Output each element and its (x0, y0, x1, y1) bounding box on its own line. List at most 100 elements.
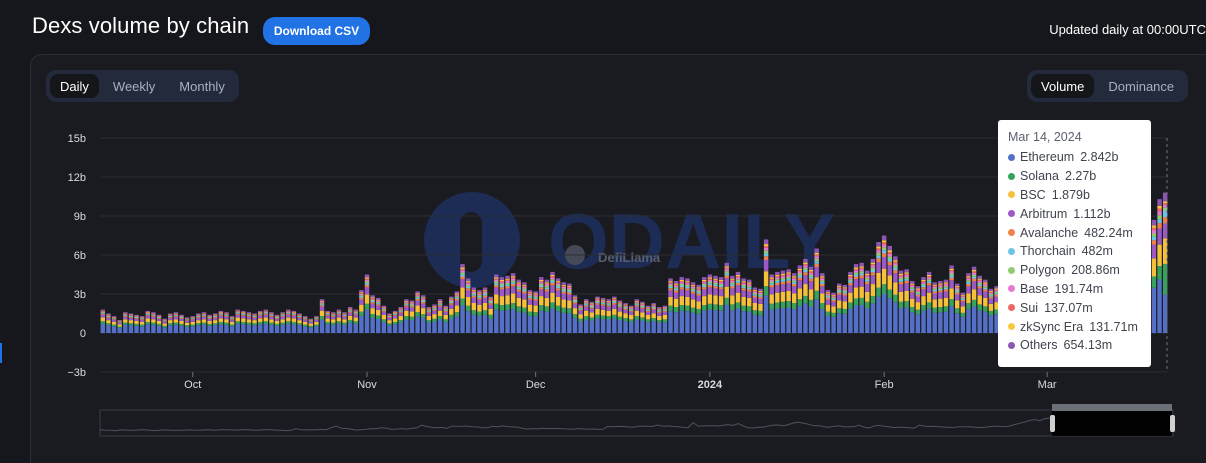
bar-segment (477, 292, 482, 294)
bar-segment (960, 294, 966, 296)
bar-segment (820, 276, 825, 278)
bar-segment (527, 304, 533, 312)
bar-segment (904, 290, 909, 302)
bar-segment (516, 291, 521, 298)
bar-segment (477, 290, 482, 293)
legend-dot-icon (1008, 323, 1015, 331)
bar-segment (758, 291, 763, 292)
bar-segment (977, 310, 982, 333)
bar-segment (544, 311, 550, 333)
tooltip-series-value: 2.27b (1064, 169, 1097, 184)
bar-segment (409, 307, 415, 312)
bar-segment (527, 299, 533, 305)
bar-segment (741, 281, 746, 283)
bar-segment (347, 308, 353, 309)
brush-right-handle[interactable] (1170, 415, 1175, 432)
bar-segment (606, 301, 611, 303)
bar-segment (460, 270, 465, 273)
bar-segment (595, 303, 600, 305)
bar-segment (741, 278, 746, 282)
bar-segment (943, 311, 949, 333)
bar-segment (111, 324, 117, 327)
bar-segment (465, 284, 471, 287)
bar-segment (893, 294, 898, 303)
bar-segment (544, 306, 550, 312)
bar-segment (983, 286, 988, 288)
bar-segment (662, 310, 668, 312)
bar-segment (465, 282, 471, 284)
bar-segment (494, 278, 499, 280)
bar-segment (578, 304, 583, 306)
bar-segment (482, 291, 488, 293)
bar-segment (190, 324, 195, 327)
watermark: ODAILY DefiLlama (424, 192, 836, 288)
bar-segment (898, 284, 904, 292)
bar-segment (196, 313, 201, 315)
bar-segment (252, 315, 257, 316)
bar-segment (404, 303, 409, 305)
bar-segment (257, 314, 263, 315)
bar-segment (831, 296, 836, 298)
bar-segment (775, 302, 780, 309)
bar-segment (696, 295, 701, 302)
bar-segment (544, 286, 550, 288)
bar-segment (241, 312, 246, 314)
bar-segment (465, 278, 471, 282)
bar-segment (387, 320, 392, 324)
bar-segment (263, 313, 269, 315)
bar-segment (769, 294, 774, 304)
bar-segment (499, 281, 505, 283)
bar-segment (617, 307, 623, 312)
x-axis-ticks: Oct Nov Dec 2024 Feb Mar (184, 372, 1057, 391)
bar-segment (724, 262, 729, 267)
bar-segment (471, 297, 477, 303)
bar-segment (145, 310, 150, 313)
brush-left-handle[interactable] (1050, 415, 1055, 432)
bar-segment (336, 311, 342, 313)
bar-segment (460, 276, 465, 280)
bar-segment (494, 309, 499, 333)
bar-segment (735, 274, 741, 277)
bar-segment (139, 318, 145, 320)
bar-segment (426, 315, 432, 320)
bar-segment (134, 318, 139, 321)
bar-segment (921, 296, 926, 306)
bar-segment (645, 308, 651, 309)
bar-segment (156, 316, 162, 318)
bar-segment (634, 319, 640, 333)
bar-segment (803, 262, 808, 265)
bar-segment (572, 297, 578, 298)
bar-segment (561, 285, 566, 287)
bar-segment (235, 323, 240, 333)
bar-segment (443, 305, 448, 308)
range-brush[interactable] (99, 404, 1175, 437)
bar-segment (640, 306, 645, 308)
bar-segment (926, 308, 932, 333)
brush-top-handle[interactable] (1052, 404, 1172, 411)
bar-segment (207, 320, 212, 324)
bar-segment (735, 302, 741, 309)
bar-segment (364, 285, 370, 288)
bar-segment (595, 302, 600, 304)
bar-segment (780, 308, 786, 333)
bar-segment (960, 296, 966, 298)
bar-segment (589, 303, 595, 305)
bar-segment (780, 273, 786, 275)
bar-segment (111, 319, 117, 320)
bar-segment (690, 286, 696, 289)
brush-selection[interactable] (1052, 410, 1172, 436)
bar-segment (1151, 236, 1157, 241)
bar-segment (853, 268, 859, 271)
bar-segment (376, 309, 381, 316)
bar-segment (139, 318, 145, 319)
bar-segment (634, 304, 640, 306)
bar-segment (842, 293, 847, 296)
bar-segment (836, 308, 842, 314)
bar-segment (398, 307, 403, 309)
bar-segment (128, 323, 134, 326)
bar-segment (578, 318, 583, 322)
bar-segment (724, 271, 729, 274)
bar-segment (117, 327, 122, 333)
bar-segment (707, 294, 713, 304)
bar-segment (634, 305, 640, 307)
